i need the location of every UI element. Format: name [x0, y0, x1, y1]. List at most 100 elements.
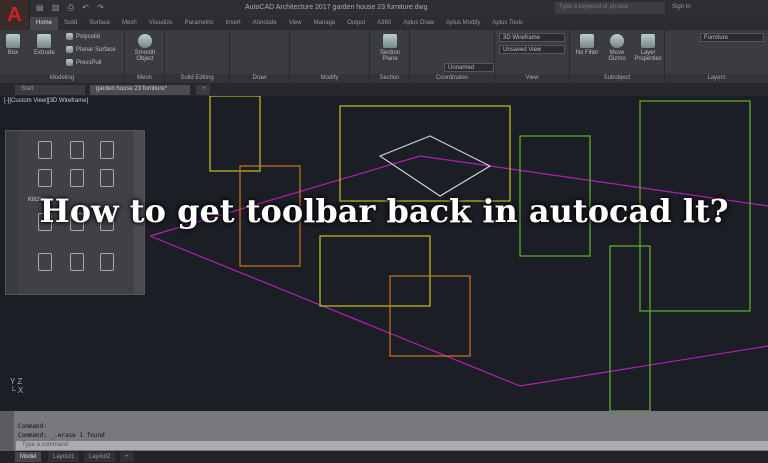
command-history-line: Command: [18, 423, 47, 430]
tab-mesh[interactable]: Mesh [116, 17, 143, 30]
tab-layout2[interactable]: Layout2 [84, 452, 116, 462]
box-icon [6, 34, 20, 48]
palette-item[interactable] [100, 253, 114, 271]
panel-label-coordinates[interactable]: Coordinates [410, 74, 494, 83]
panel-label-mesh[interactable]: Mesh [125, 74, 164, 83]
command-input[interactable]: Type a command [16, 441, 768, 450]
tab-surface[interactable]: Surface [83, 17, 116, 30]
presspull-icon [66, 59, 73, 66]
panel-label-subobject[interactable]: Subobject [570, 74, 664, 83]
file-tab-drawing[interactable]: garden house 23 furniture* [90, 85, 190, 95]
article-headline: How to get toolbar back in autocad lt? [39, 192, 729, 230]
tab-home[interactable]: Home [30, 17, 59, 30]
command-line-handle[interactable] [0, 411, 14, 451]
tab-manage[interactable]: Manage [308, 17, 342, 30]
table [319, 235, 431, 307]
planar-surface-label: Planar Surface [76, 47, 116, 54]
layer-dropdown[interactable]: Furniture [700, 33, 764, 42]
tab-visualize[interactable]: Visualize [143, 17, 179, 30]
app-menu-button[interactable]: A [0, 0, 30, 34]
panel-label-view[interactable]: View [495, 74, 569, 83]
panel-label-solid-editing[interactable]: Solid Editing [165, 74, 229, 83]
tab-parametric[interactable]: Parametric [179, 17, 220, 30]
no-filter-button[interactable]: No Filter [572, 34, 602, 56]
panel-modeling: Box Extrude Polysolid Planar Surface Pre… [0, 30, 125, 83]
panel-mesh: Smooth Object Mesh [125, 30, 165, 83]
tab-model[interactable]: Model [15, 452, 42, 462]
section-plane-button[interactable]: Section Plane [374, 34, 406, 62]
ucs-dropdown[interactable]: Unnamed [444, 63, 494, 72]
command-history-line: Command: _.erase 1 found [18, 432, 105, 439]
box-button[interactable]: Box [6, 34, 20, 56]
layout-tabs: Model Layout1 Layout2 + [0, 451, 768, 463]
palette-item[interactable] [70, 169, 84, 187]
search-input[interactable]: Type a keyword or phrase [555, 2, 665, 14]
panel-label-draw[interactable]: Draw [230, 74, 289, 83]
palette-item[interactable] [100, 141, 114, 159]
add-layout-button[interactable]: + [120, 452, 134, 462]
polysolid-button[interactable]: Polysolid [66, 33, 100, 40]
box-label: Box [7, 50, 19, 56]
panel-label-modify[interactable]: Modify [290, 74, 369, 83]
gizmo-icon [610, 34, 624, 48]
window-frame [209, 96, 261, 172]
ucs-icon: Y Z └ X [10, 377, 24, 395]
tab-solid[interactable]: Solid [58, 17, 83, 30]
planar-surface-icon [66, 46, 73, 53]
palette-item[interactable] [100, 169, 114, 187]
layer-properties-label: Layer Properties [634, 50, 662, 62]
panel-draw: Draw [230, 30, 290, 83]
file-tabs: Start garden house 23 furniture* + [0, 83, 768, 96]
polysolid-label: Polysolid [76, 34, 101, 41]
panel-subobject: No Filter Move Gizmo Layer Properties Su… [570, 30, 665, 83]
filter-icon [580, 34, 594, 48]
tab-insert[interactable]: Insert [220, 17, 247, 30]
tab-view[interactable]: View [283, 17, 308, 30]
wall-panel [339, 105, 511, 202]
file-tab-start[interactable]: Start [15, 85, 85, 95]
panel-modify: Modify [290, 30, 370, 83]
tab-aplus-modify[interactable]: Aplus Modify [440, 17, 486, 30]
tab-aplus-draw[interactable]: Aplus Draw [397, 17, 440, 30]
extrude-label: Extrude [34, 50, 55, 56]
view-dropdown[interactable]: Unsaved View [499, 45, 565, 54]
palette-item[interactable] [70, 141, 84, 159]
ribbon: Box Extrude Polysolid Planar Surface Pre… [0, 30, 768, 83]
palette-item[interactable] [38, 141, 52, 159]
visual-style-dropdown[interactable]: 3D Wireframe [499, 33, 565, 42]
smooth-object-button[interactable]: Smooth Object [129, 34, 161, 62]
extrude-icon [37, 34, 52, 48]
quick-access-toolbar[interactable]: ▤ ▥ ⎙ ↶ ↷ [36, 3, 107, 13]
panel-section: Section Plane Section [370, 30, 410, 83]
sign-in-button[interactable]: Sign In [672, 4, 691, 10]
smooth-object-label: Smooth Object [134, 50, 156, 62]
viewport-controls[interactable]: [-][Custom View][3D Wireframe] [4, 98, 88, 104]
tab-a360[interactable]: A360 [371, 17, 397, 30]
move-gizmo-label: Move Gizmo [608, 50, 626, 62]
tab-annotate[interactable]: Annotate [247, 17, 283, 30]
extrude-button[interactable]: Extrude [34, 34, 55, 56]
no-filter-label: No Filter [575, 50, 599, 56]
presspull-button[interactable]: PressPull [66, 59, 101, 66]
panel-view: 3D Wireframe Unsaved View View [495, 30, 570, 83]
command-line: Command: Command: _.erase 1 found Type a… [0, 411, 768, 451]
planar-surface-button[interactable]: Planar Surface [66, 46, 116, 53]
window-title: AutoCAD Architecture 2017 garden house 2… [245, 4, 428, 11]
new-tab-button[interactable]: + [196, 85, 210, 95]
panel-label-modeling[interactable]: Modeling [0, 74, 124, 83]
panel-label-section[interactable]: Section [370, 74, 409, 83]
tab-layout1[interactable]: Layout1 [48, 452, 80, 462]
palette-item[interactable] [70, 253, 84, 271]
layer-properties-button[interactable]: Layer Properties [632, 34, 664, 62]
tab-aplus-tools[interactable]: Aplus Tools [486, 17, 529, 30]
tab-output[interactable]: Output [341, 17, 371, 30]
smooth-object-icon [138, 34, 152, 48]
panel-solid-editing: Solid Editing [165, 30, 230, 83]
palette-item[interactable] [38, 169, 52, 187]
section-plane-icon [383, 34, 397, 48]
ribbon-tabs: Home Solid Surface Mesh Visualize Parame… [30, 17, 768, 30]
palette-item[interactable] [38, 253, 52, 271]
tall-cabinet [609, 245, 651, 411]
move-gizmo-button[interactable]: Move Gizmo [604, 34, 630, 62]
panel-label-layers[interactable]: Layers [665, 74, 768, 83]
